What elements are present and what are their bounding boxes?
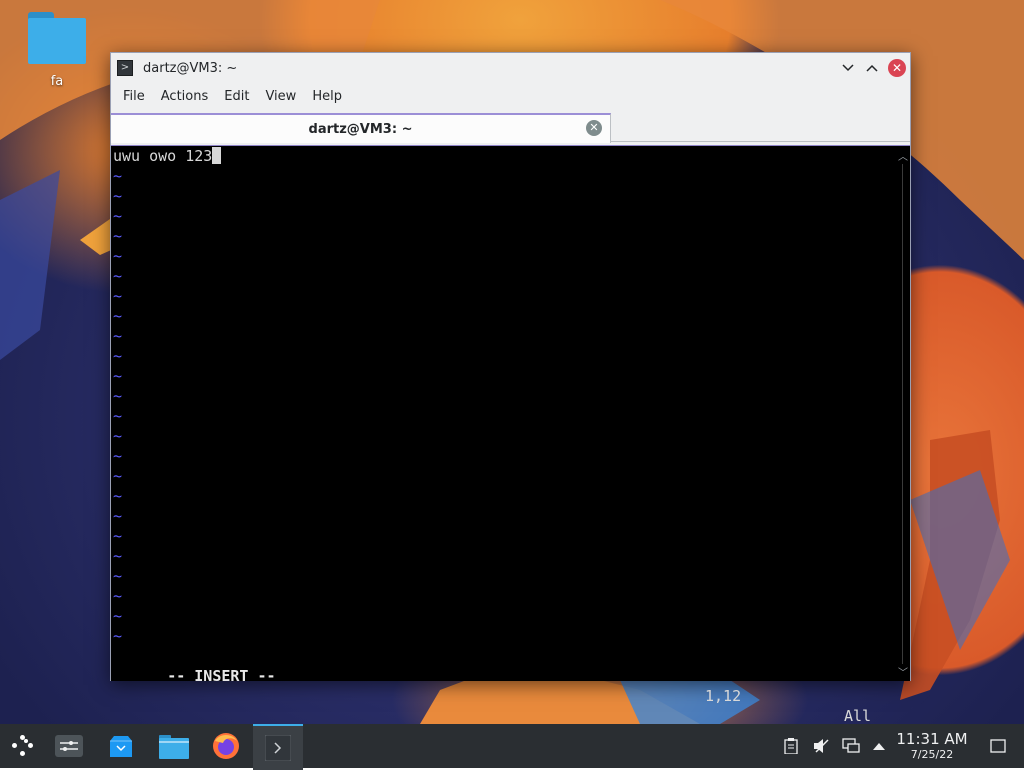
tray-expand-icon (873, 743, 885, 750)
close-icon: ✕ (891, 61, 903, 75)
vim-empty-line-marker: ~ (113, 587, 123, 605)
vim-empty-line-marker: ~ (113, 367, 123, 385)
vim-empty-line-marker: ~ (113, 607, 123, 625)
show-desktop-button[interactable] (984, 724, 1012, 768)
launcher-icon (10, 733, 36, 759)
taskbar-system-settings[interactable] (50, 724, 88, 768)
network-icon (842, 738, 860, 753)
menubar: File Actions Edit View Help (111, 83, 910, 109)
vim-line-1: uwu owo 123 (113, 146, 222, 166)
close-button[interactable]: ✕ (888, 59, 906, 77)
vim-empty-line-marker: ~ (113, 347, 123, 365)
vim-empty-line-marker: ~ (113, 447, 123, 465)
vim-empty-line-marker: ~ (113, 287, 123, 305)
volume-muted-icon (814, 739, 829, 753)
menu-view[interactable]: View (257, 89, 304, 104)
scrollbar-track[interactable] (902, 164, 903, 664)
settings-sliders-icon (55, 735, 83, 757)
desktop-folder-label: fa (50, 74, 64, 89)
scroll-up-icon[interactable]: ︿ (898, 148, 908, 163)
tab-label: dartz@VM3: ~ (308, 121, 413, 137)
vim-mode: -- INSERT -- (167, 667, 276, 685)
vim-empty-line-marker: ~ (113, 307, 123, 325)
folder-icon (159, 735, 189, 759)
tab-terminal[interactable]: dartz@VM3: ~ ✕ (111, 113, 611, 143)
folder-icon (28, 12, 86, 64)
chevron-up-icon (866, 64, 878, 72)
vim-status-line: -- INSERT -- 1,12 All (113, 646, 893, 725)
text-cursor (212, 147, 222, 164)
close-icon: ✕ (589, 121, 599, 134)
vim-empty-line-marker: ~ (113, 567, 123, 585)
tray-network[interactable] (840, 724, 862, 768)
menu-file[interactable]: File (115, 89, 153, 104)
vim-empty-line-marker: ~ (113, 207, 123, 225)
desktop-folder-fa[interactable]: fa (22, 12, 92, 89)
vim-cursor-position: 1,12 (705, 687, 742, 705)
scroll-down-icon[interactable]: ﹀ (898, 664, 908, 679)
firefox-icon (213, 733, 239, 759)
taskbar-konsole[interactable] (253, 724, 303, 770)
menu-help[interactable]: Help (304, 89, 350, 104)
vim-empty-line-marker: ~ (113, 407, 123, 425)
menu-edit[interactable]: Edit (216, 89, 257, 104)
tray-clipboard[interactable] (780, 724, 802, 768)
vim-empty-line-marker: ~ (113, 507, 123, 525)
vim-empty-line-marker: ~ (113, 467, 123, 485)
vim-empty-line-marker: ~ (113, 187, 123, 205)
shopping-bag-icon (110, 736, 132, 757)
terminal-icon (265, 735, 291, 761)
tab-close-button[interactable]: ✕ (586, 120, 602, 136)
taskbar: 11:31 AM 7/25/22 (0, 724, 1024, 770)
clock-date: 7/25/22 (910, 748, 954, 761)
taskbar-discover[interactable] (102, 724, 140, 768)
tab-bar-empty (611, 113, 910, 142)
vim-empty-line-marker: ~ (113, 527, 123, 545)
clipboard-icon (784, 738, 798, 754)
clock[interactable]: 11:31 AM 7/25/22 (896, 730, 968, 762)
konsole-window[interactable]: > dartz@VM3: ~ ✕ File Actions Edit View … (110, 52, 911, 725)
application-launcher-button[interactable] (4, 724, 42, 768)
vim-empty-line-marker: ~ (113, 267, 123, 285)
taskbar-dolphin-file-manager[interactable] (155, 724, 193, 768)
terminal-app-icon: > (117, 60, 133, 76)
vim-scroll-position: All (844, 707, 872, 725)
taskbar-firefox[interactable] (206, 724, 246, 768)
terminal-scrollbar[interactable]: ︿ ﹀ (896, 146, 910, 681)
menu-actions[interactable]: Actions (153, 89, 217, 104)
tab-bar: dartz@VM3: ~ ✕ (111, 109, 910, 143)
vim-empty-line-marker: ~ (113, 427, 123, 445)
minimize-button[interactable] (838, 58, 858, 78)
show-desktop-icon (990, 739, 1006, 753)
terminal-area[interactable]: uwu owo 123 ~ ~ ~ ~ ~ ~ ~ ~ ~ ~ ~ ~ ~ ~ ~ ~ ~ ~ ~ ~ ~ ~ ~ ~ -- … (111, 145, 910, 725)
vim-empty-line-marker: ~ (113, 487, 123, 505)
maximize-button[interactable] (862, 58, 882, 78)
titlebar[interactable]: > dartz@VM3: ~ ✕ (111, 53, 910, 83)
vim-empty-line-marker: ~ (113, 247, 123, 265)
vim-empty-line-marker: ~ (113, 167, 123, 185)
tray-volume[interactable] (810, 724, 832, 768)
vim-empty-line-marker: ~ (113, 227, 123, 245)
vim-empty-line-marker: ~ (113, 547, 123, 565)
chevron-down-icon (842, 64, 854, 72)
vim-text: uwu owo 123 (113, 147, 213, 165)
vim-empty-line-marker: ~ (113, 327, 123, 345)
clock-time: 11:31 AM (896, 730, 968, 748)
vim-empty-line-marker: ~ (113, 627, 123, 645)
tray-expand-button[interactable] (868, 724, 890, 768)
vim-empty-line-marker: ~ (113, 387, 123, 405)
window-title: dartz@VM3: ~ (143, 60, 238, 76)
